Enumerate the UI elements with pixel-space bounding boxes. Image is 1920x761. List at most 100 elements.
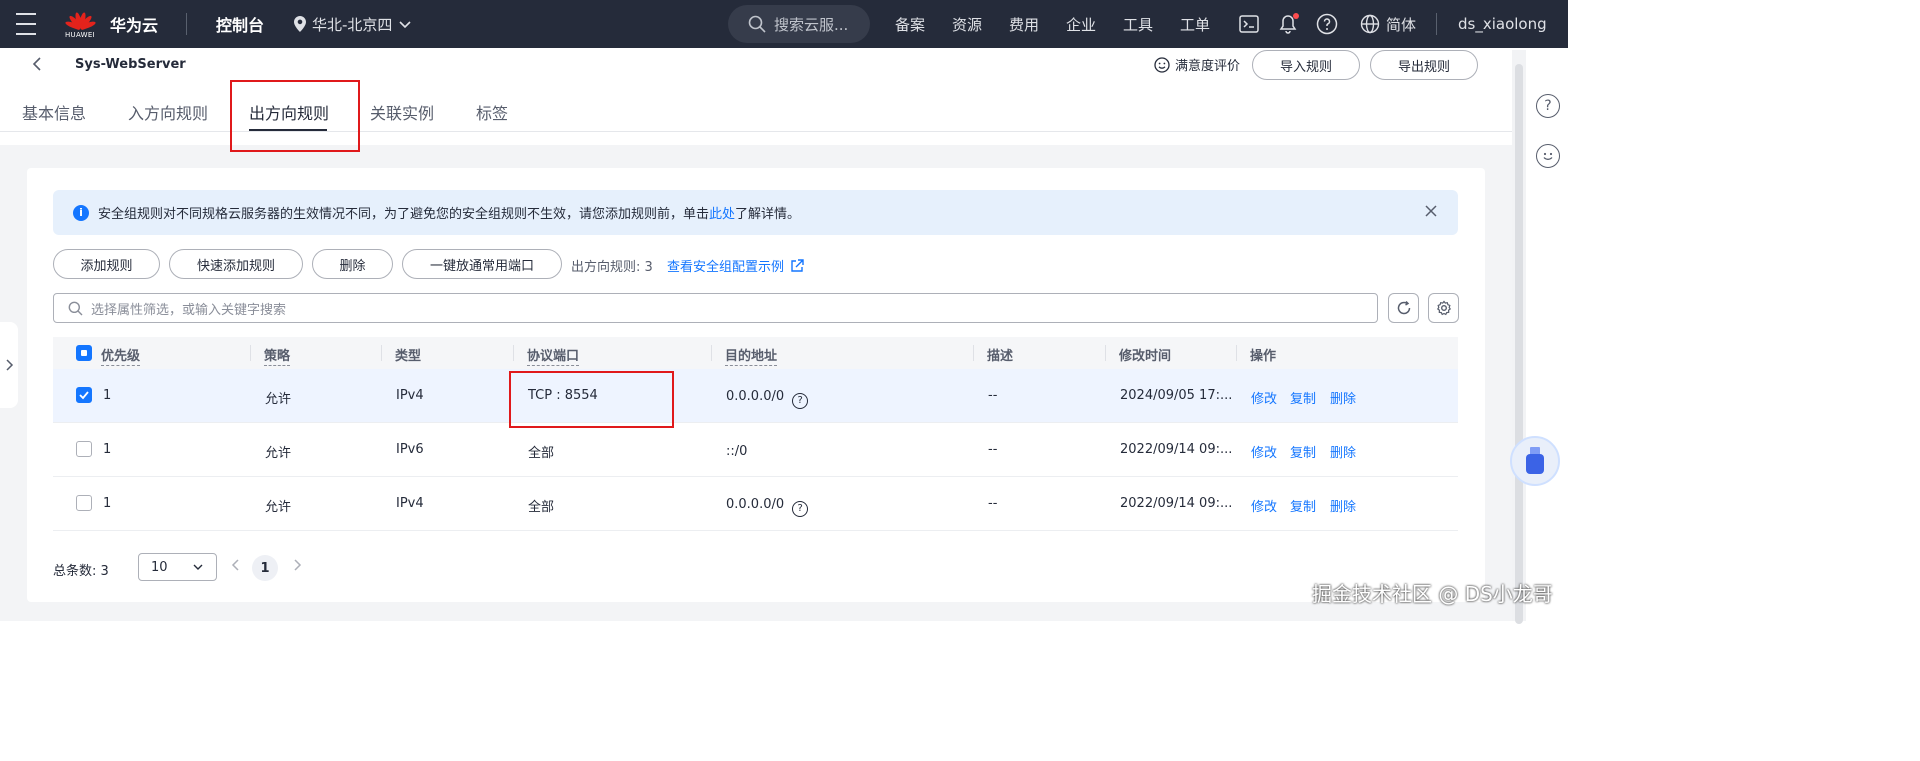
import-rules-button[interactable]: 导入规则 [1252, 50, 1360, 80]
column-separator [381, 345, 382, 361]
huawei-petal-icon [64, 10, 97, 30]
add-rule-button[interactable]: 添加规则 [53, 249, 160, 279]
config-example-link[interactable]: 查看安全组配置示例 [667, 256, 804, 275]
nav-filing[interactable]: 备案 [895, 14, 952, 35]
header-destination[interactable]: 目的地址 [725, 345, 778, 366]
export-rules-button[interactable]: 导出规则 [1370, 50, 1478, 80]
row-checkbox[interactable] [76, 387, 92, 403]
config-example-label: 查看安全组配置示例 [667, 260, 785, 275]
terminal-icon[interactable] [1238, 13, 1260, 35]
destination-value: 0.0.0.0/0 [726, 497, 785, 512]
delete-link[interactable]: 删除 [1330, 496, 1356, 515]
cell-protocol-port: 全部 [528, 446, 555, 461]
globe-icon [1360, 14, 1380, 34]
row-checkbox[interactable] [76, 495, 92, 511]
open-common-ports-button[interactable]: 一键放通常用端口 [402, 249, 562, 279]
help-icon[interactable]: ? [792, 392, 809, 409]
highlight-box [509, 371, 674, 428]
tab-associated-instances[interactable]: 关联实例 [370, 100, 434, 124]
scrollbar-thumb[interactable] [1515, 64, 1523, 624]
copy-link[interactable]: 复制 [1290, 388, 1316, 407]
nav-tools[interactable]: 工具 [1123, 14, 1180, 35]
search-placeholder: 搜索云服... [774, 15, 849, 34]
refresh-button[interactable] [1388, 293, 1419, 323]
column-separator [973, 345, 974, 361]
alert-details-link[interactable]: 此处 [709, 203, 735, 222]
global-search[interactable]: 搜索云服... [728, 5, 870, 43]
column-separator [250, 345, 251, 361]
menu-icon[interactable] [16, 0, 38, 48]
cell-policy: 允许 [265, 392, 292, 407]
next-page-icon[interactable] [292, 558, 302, 576]
filter-input[interactable]: 选择属性筛选，或输入关键字搜索 [53, 293, 1378, 323]
cell-description: -- [988, 496, 998, 511]
page-title: Sys-WebServer [75, 57, 186, 72]
search-icon [748, 15, 766, 33]
chevron-right-icon [6, 359, 14, 371]
expand-sidebar-handle[interactable] [0, 322, 18, 408]
tab-inbound-rules[interactable]: 入方向规则 [128, 100, 208, 124]
scrollbar[interactable] [1512, 50, 1526, 624]
chevron-down-icon [399, 21, 411, 29]
delete-button[interactable]: 删除 [312, 249, 393, 279]
table-row[interactable]: 1 允许 IPv6 全部 ::/0 -- 2022/09/14 09:... 修… [53, 423, 1458, 477]
modify-link[interactable]: 修改 [1251, 442, 1277, 461]
prev-page-icon[interactable] [231, 558, 241, 576]
header-priority[interactable]: 优先级 [101, 345, 141, 366]
table-row[interactable]: 1 允许 IPv4 TCP : 8554 0.0.0.0/0? -- 2024/… [53, 369, 1458, 423]
cell-type: IPv4 [396, 496, 424, 511]
table-row[interactable]: 1 允许 IPv4 全部 0.0.0.0/0? -- 2022/09/14 09… [53, 477, 1458, 531]
huawei-logo[interactable]: HUAWEI [62, 0, 98, 48]
tab-tags[interactable]: 标签 [476, 100, 508, 124]
nav-resources[interactable]: 资源 [952, 14, 1009, 35]
cell-policy: 允许 [265, 500, 292, 515]
page-number[interactable]: 1 [252, 555, 278, 581]
console-link[interactable]: 控制台 [216, 0, 264, 48]
region-selector[interactable]: 华北-北京四 [294, 0, 412, 48]
header-type: 类型 [395, 349, 422, 364]
cell-protocol-port: 全部 [528, 500, 555, 515]
copy-link[interactable]: 复制 [1290, 496, 1316, 515]
select-all-checkbox[interactable] [76, 345, 92, 361]
logo-text: HUAWEI [64, 30, 95, 39]
back-arrow-icon[interactable] [30, 56, 44, 76]
smiley-icon[interactable] [1536, 144, 1560, 168]
header-policy[interactable]: 策略 [264, 345, 291, 366]
close-icon[interactable] [1424, 202, 1438, 223]
refresh-icon [1397, 300, 1410, 315]
info-alert: i 安全组规则对不同规格云服务器的生效情况不同，为了避免您的安全组规则不生效，请… [53, 190, 1458, 235]
table-header: 优先级 策略 类型 协议端口 目的地址 描述 修改时间 操作 [53, 337, 1458, 369]
region-label: 华北-北京四 [312, 15, 393, 34]
cell-type: IPv4 [396, 388, 424, 403]
nav-billing[interactable]: 费用 [1009, 14, 1066, 35]
help-icon[interactable]: ? [1536, 94, 1560, 118]
highlight-box [230, 80, 360, 152]
copy-link[interactable]: 复制 [1290, 442, 1316, 461]
language-label: 简体 [1386, 15, 1417, 34]
nav-enterprise[interactable]: 企业 [1066, 14, 1123, 35]
page-size-value: 10 [151, 559, 168, 575]
quick-add-rule-button[interactable]: 快速添加规则 [169, 249, 303, 279]
nav-tickets[interactable]: 工单 [1180, 14, 1237, 35]
user-menu[interactable]: ds_xiaolong [1458, 0, 1547, 48]
settings-button[interactable] [1428, 293, 1459, 323]
help-icon[interactable] [1316, 13, 1338, 35]
page-size-select[interactable]: 10 [138, 553, 217, 581]
delete-link[interactable]: 删除 [1330, 388, 1356, 407]
notification-bell-icon[interactable] [1277, 13, 1299, 35]
tab-basic-info[interactable]: 基本信息 [22, 100, 86, 124]
modify-link[interactable]: 修改 [1251, 388, 1277, 407]
cell-modified-time: 2024/09/05 17:... [1120, 388, 1233, 403]
satisfaction-rating[interactable]: 满意度评价 [1154, 55, 1240, 74]
help-icon[interactable]: ? [792, 500, 809, 517]
top-bar: HUAWEI 华为云 控制台 华北-北京四 搜索云服... 备案 资源 费用 企… [0, 0, 1568, 48]
delete-link[interactable]: 删除 [1330, 442, 1356, 461]
modify-link[interactable]: 修改 [1251, 496, 1277, 515]
brand-name[interactable]: 华为云 [110, 0, 158, 48]
rule-count: 出方向规则: 3 [571, 260, 653, 275]
language-switch[interactable]: 简体 [1360, 0, 1416, 48]
header-protocol-port[interactable]: 协议端口 [527, 345, 580, 366]
floating-assistant-button[interactable] [1510, 436, 1560, 486]
destination-value: 0.0.0.0/0 [726, 389, 785, 404]
row-checkbox[interactable] [76, 441, 92, 457]
